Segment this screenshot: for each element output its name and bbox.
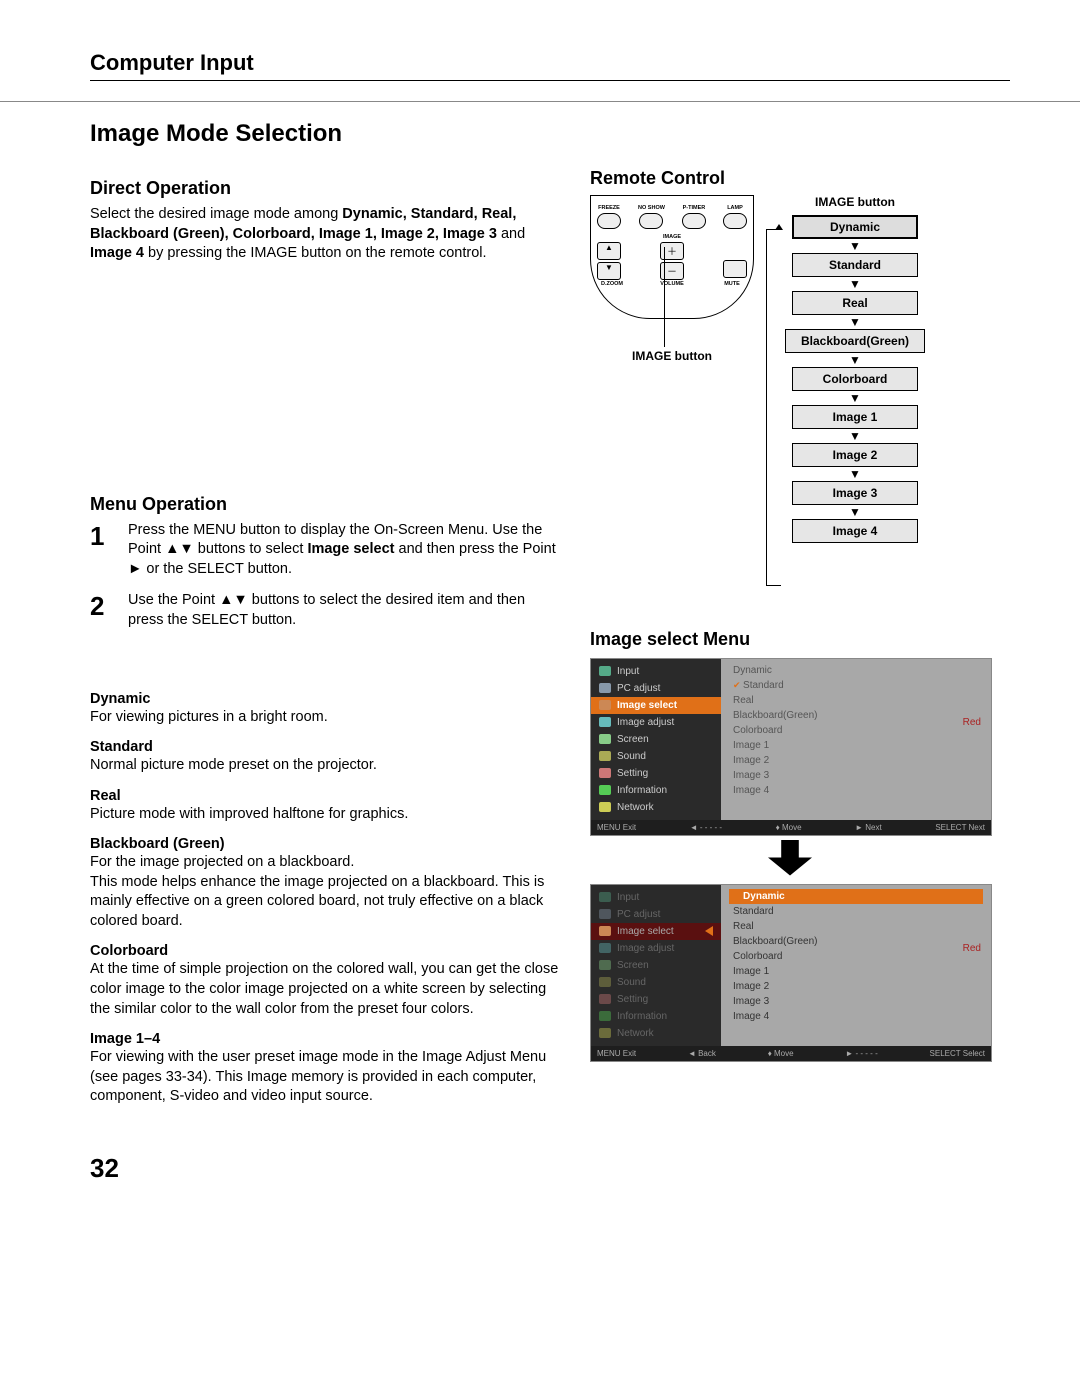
def-real-d: Picture mode with improved halftone for … (90, 805, 560, 825)
cycle-item: Blackboard(Green) (785, 329, 925, 353)
direct-text: Select the desired image mode among Dyna… (90, 205, 560, 264)
def-colorboard-d: At the time of simple projection on the … (90, 960, 560, 1019)
cycle-item: Image 2 (792, 443, 918, 467)
def-dynamic-d: For viewing pictures in a bright room. (90, 708, 560, 728)
cycle-item: Colorboard (792, 367, 918, 391)
def-real-t: Real (90, 788, 560, 804)
remote-heading: Remote Control (590, 168, 1010, 189)
cycle-item: Real (792, 291, 918, 315)
def-colorboard-t: Colorboard (90, 943, 560, 959)
page-number: 32 (90, 1153, 1010, 1184)
cycle-item: Standard (792, 253, 918, 277)
def-image14-d: For viewing with the user preset image m… (90, 1048, 560, 1107)
remote-callout: IMAGE button (632, 349, 712, 363)
image-cycle: IMAGE button Dynamic ▼ Standard ▼ Real ▼… (780, 195, 930, 543)
def-standard-d: Normal picture mode preset on the projec… (90, 756, 560, 776)
menu-screenshot-1: Input PC adjust Image select Image adjus… (590, 658, 992, 836)
menu-screenshot-2: Input PC adjust Image select Image adjus… (590, 884, 992, 1062)
divider (0, 101, 1080, 102)
cycle-item: Image 3 (792, 481, 918, 505)
direct-heading: Direct Operation (90, 178, 560, 199)
remote-diagram: FREEZE NO SHOW P-TIMER LAMP IMAGE ▲▼ ＋－ (590, 195, 1010, 319)
menu-op-heading: Menu Operation (90, 494, 560, 515)
def-blackboard-d: For the image projected on a blackboard.… (90, 853, 560, 931)
image-select-heading: Image select Menu (590, 629, 1010, 650)
def-dynamic-t: Dynamic (90, 691, 560, 707)
cycle-item: Image 1 (792, 405, 918, 429)
section-header: Computer Input (90, 50, 1010, 81)
down-arrow-icon (768, 840, 812, 876)
def-standard-t: Standard (90, 739, 560, 755)
step-1: 1 Press the MENU button to display the O… (90, 521, 560, 580)
cycle-item: Dynamic (792, 215, 918, 239)
cycle-item: Image 4 (792, 519, 918, 543)
page-title: Image Mode Selection (90, 120, 1010, 148)
cycle-title: IMAGE button (780, 195, 930, 209)
def-blackboard-t: Blackboard (Green) (90, 836, 560, 852)
step-2: 2 Use the Point ▲▼ buttons to select the… (90, 591, 560, 630)
def-image14-t: Image 1–4 (90, 1031, 560, 1047)
remote-body: FREEZE NO SHOW P-TIMER LAMP IMAGE ▲▼ ＋－ (590, 195, 754, 319)
